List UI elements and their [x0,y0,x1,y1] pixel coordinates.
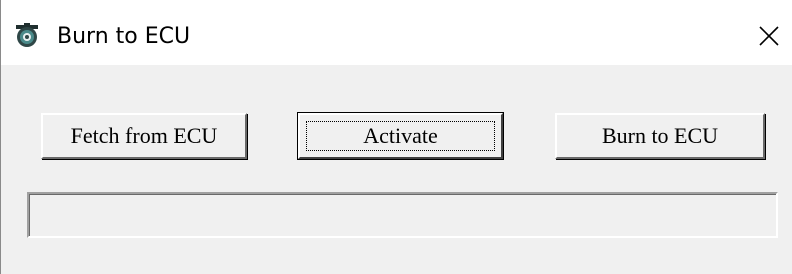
title-bar[interactable]: Burn to ECU [1,0,792,65]
dialog-window: Burn to ECU Fetch from ECU Activate Burn… [0,0,792,274]
close-icon [759,26,779,46]
fetch-from-ecu-button[interactable]: Fetch from ECU [41,113,247,159]
focus-rectangle [306,121,495,151]
ecu-app-icon[interactable] [14,22,40,48]
window-title: Burn to ECU [57,24,191,49]
activate-button[interactable]: Activate [298,113,503,159]
burn-button-label: Burn to ECU [601,123,719,148]
fetch-button-label: Fetch from ECU [70,123,218,148]
burn-to-ecu-button[interactable]: Burn to ECU [555,113,765,159]
progress-bar-track [29,194,776,236]
progress-bar [27,192,778,238]
close-button[interactable] [751,18,787,54]
